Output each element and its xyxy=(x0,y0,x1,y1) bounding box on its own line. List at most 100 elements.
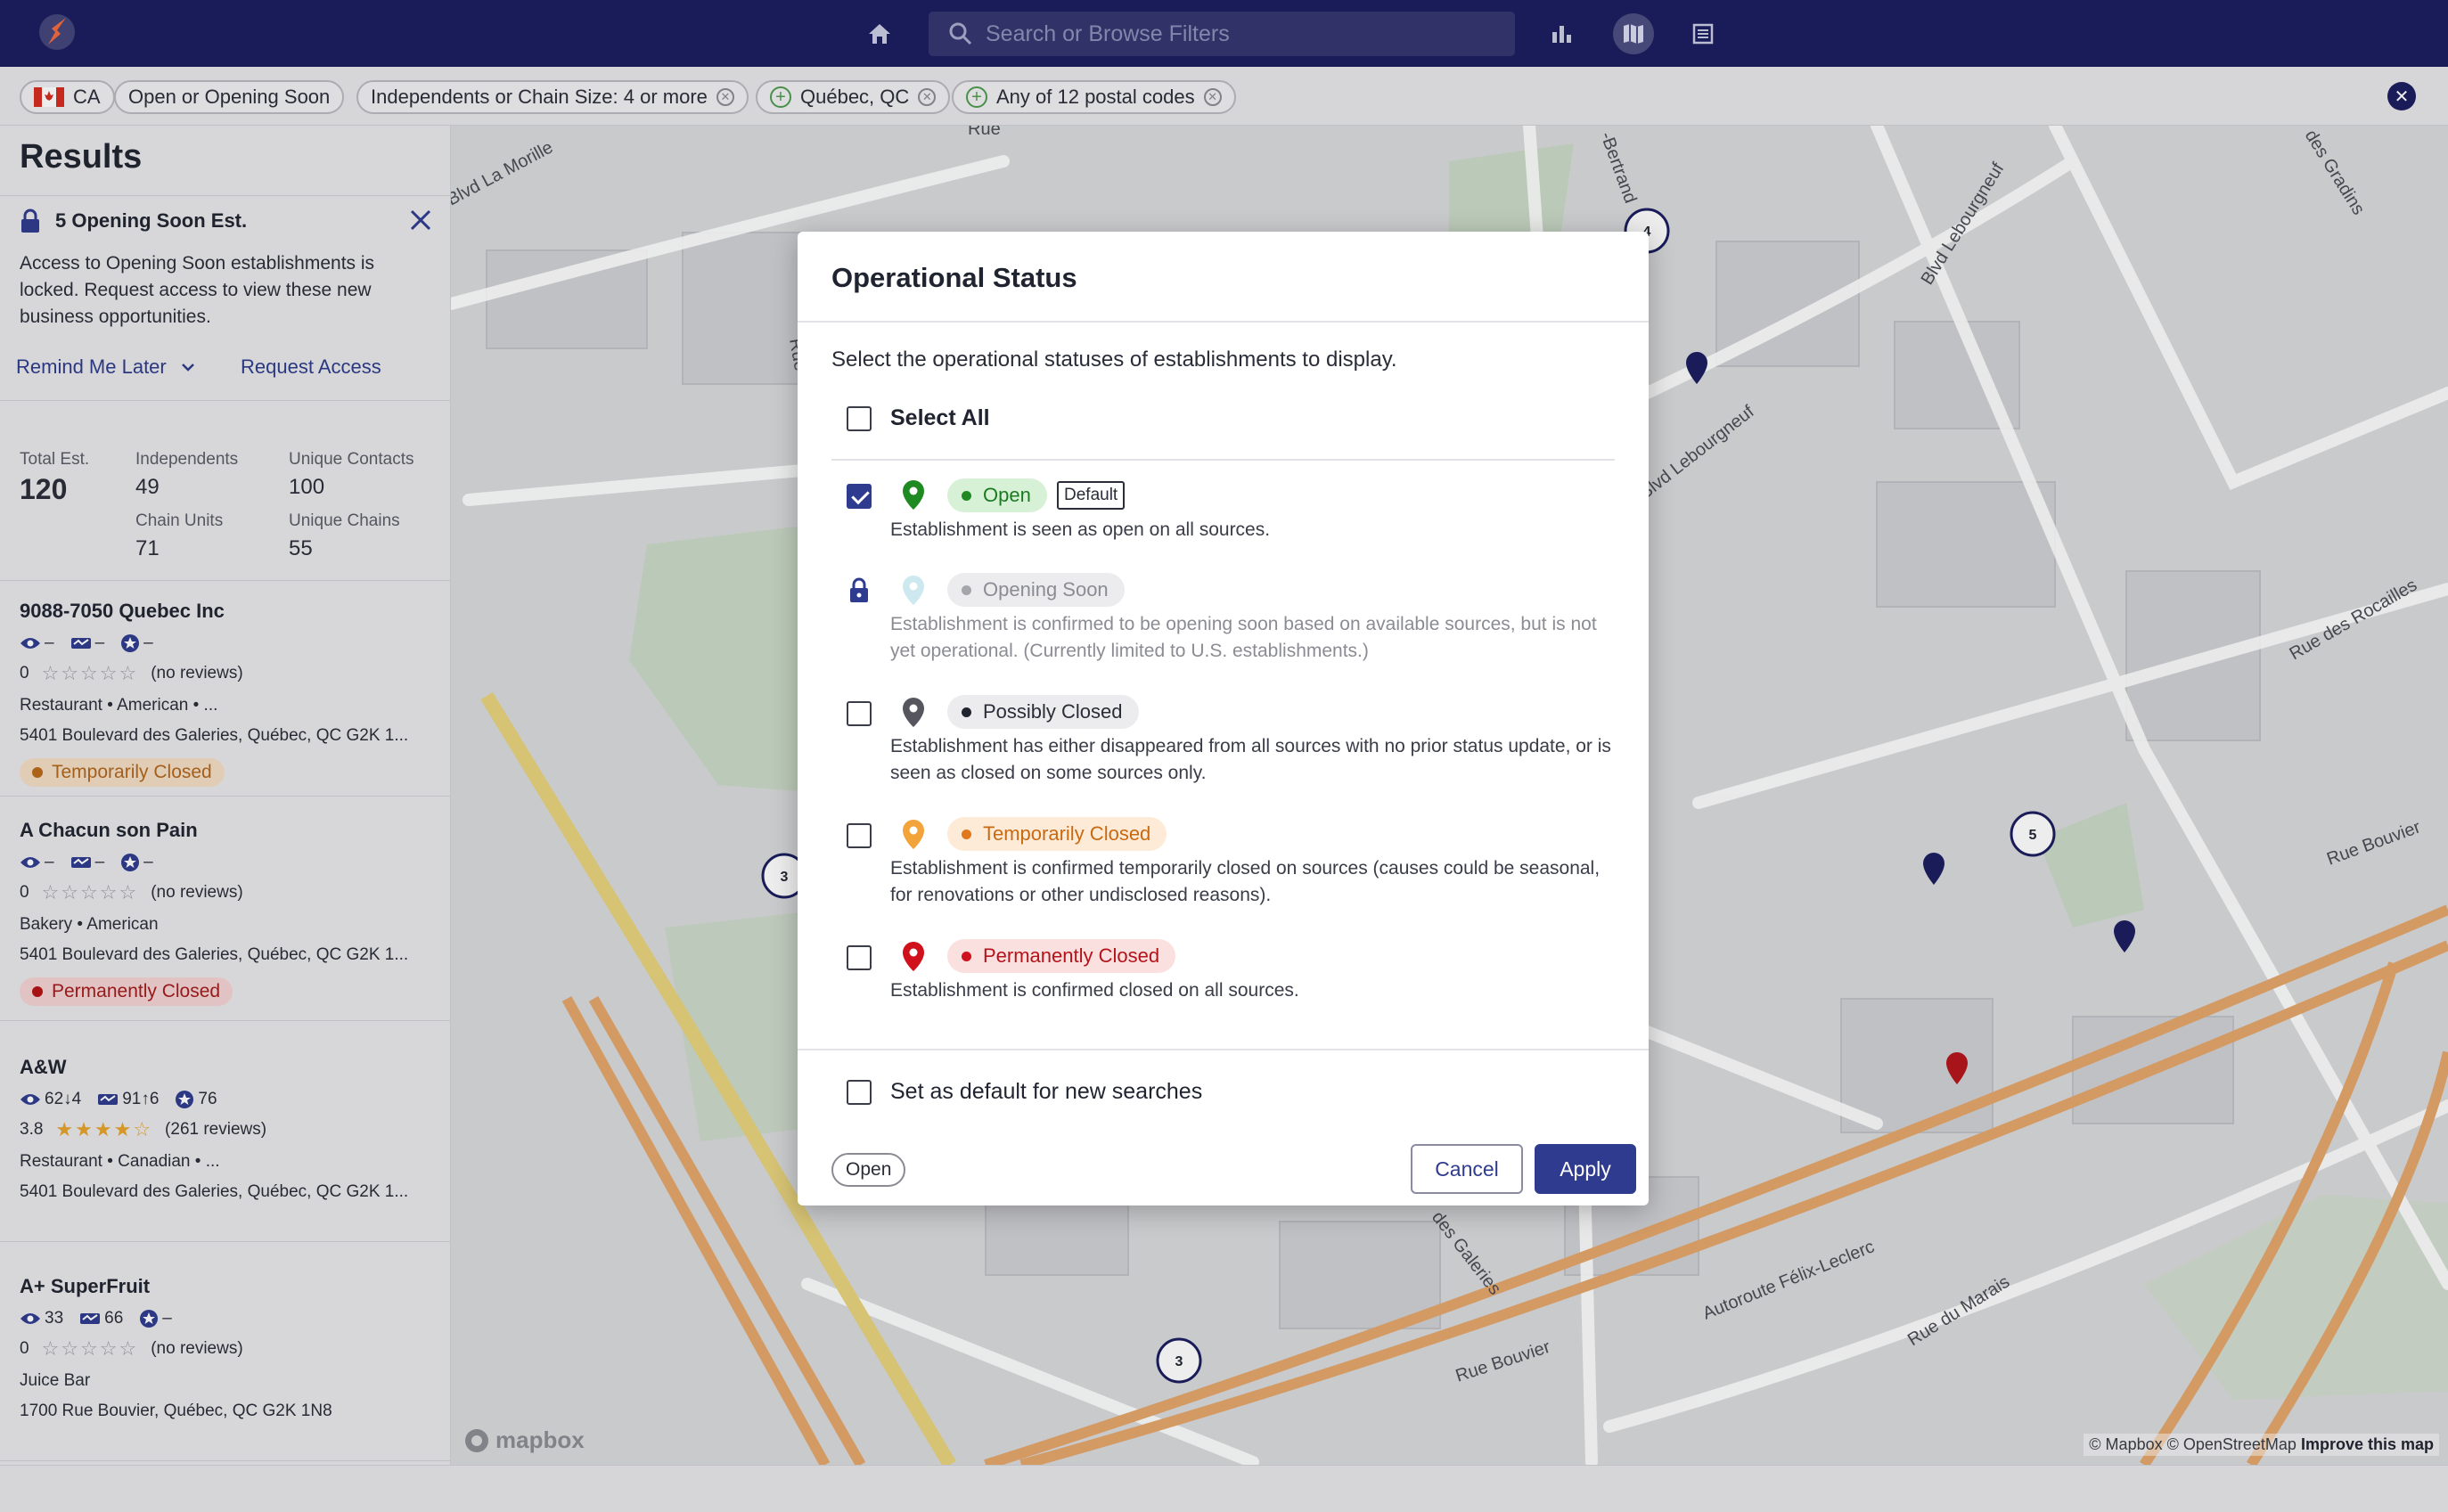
score-value: – xyxy=(143,633,153,652)
open-description: Establishment is seen as open on all sou… xyxy=(890,519,1271,540)
opening-soon-description: Establishment is confirmed to be opening… xyxy=(890,614,1597,661)
rating-value: 0 xyxy=(20,1339,29,1358)
mapbox-logo-icon xyxy=(465,1428,488,1452)
star-rating: ★★★★☆ xyxy=(55,1118,153,1140)
dialog-description: Select the operational statuses of estab… xyxy=(831,347,1397,372)
status-badge: Permanently Closed xyxy=(20,977,233,1006)
filter-chip-chain-size[interactable]: Independents or Chain Size: 4 or more ✕ xyxy=(356,80,749,114)
result-name: A&W xyxy=(20,1056,67,1078)
result-name: A+ SuperFruit xyxy=(20,1275,151,1297)
filter-chip-postal-codes[interactable]: + Any of 12 postal codes ✕ xyxy=(952,80,1236,114)
cluster-marker[interactable]: 5 xyxy=(2010,811,2056,857)
improve-map-link[interactable]: Improve this map xyxy=(2301,1435,2434,1453)
review-count: (no reviews) xyxy=(151,664,243,682)
filter-chip-label: Independents or Chain Size: 4 or more xyxy=(371,86,708,108)
rating-value: 0 xyxy=(20,883,29,902)
divider xyxy=(0,580,450,581)
set-default-checkbox[interactable] xyxy=(847,1080,872,1105)
star-rating: ☆☆☆☆☆ xyxy=(41,1337,139,1360)
results-panel: Results 5 Opening Soon Est. Access to Op… xyxy=(0,126,451,1465)
status-badge-label: Permanently Closed xyxy=(52,981,221,1001)
result-item[interactable]: A&W 62↓4 91↑6 76 3.8 ★★★★☆ (261 reviews)… xyxy=(20,1056,438,1202)
permanently-closed-badge: Permanently Closed xyxy=(947,939,1176,973)
review-count: (no reviews) xyxy=(151,1339,243,1358)
result-category: Juice Bar xyxy=(20,1371,91,1390)
search-icon xyxy=(949,22,972,45)
set-default-label: Set as default for new searches xyxy=(890,1079,1203,1104)
filter-chip-label: Open or Opening Soon xyxy=(128,86,331,108)
search-input[interactable] xyxy=(986,20,1485,47)
star-rating: ☆☆☆☆☆ xyxy=(41,881,139,903)
star-rating: ☆☆☆☆☆ xyxy=(41,662,139,684)
eye-icon xyxy=(20,857,40,868)
open-checkbox[interactable] xyxy=(847,484,872,509)
rating-value: 0 xyxy=(20,664,29,682)
svg-text:3: 3 xyxy=(781,870,789,885)
street-label: Autoroute Félix-Leclerc xyxy=(1700,1237,1878,1323)
possibly-closed-checkbox[interactable] xyxy=(847,701,872,726)
map-pin[interactable] xyxy=(1923,853,1944,885)
temporarily-closed-description: Establishment is confirmed temporarily c… xyxy=(890,858,1601,905)
street-label: des Gradins xyxy=(2301,127,2369,218)
rating-value: 3.8 xyxy=(20,1120,44,1139)
map-attribution[interactable]: © Mapbox © OpenStreetMap Improve this ma… xyxy=(2084,1434,2439,1456)
country-chip[interactable]: CA xyxy=(20,80,115,114)
chevron-down-icon xyxy=(181,364,194,372)
total-label: Total Est. xyxy=(20,450,90,469)
street-label: Rue du Marais xyxy=(1904,1272,2013,1351)
permanently-closed-badge-label: Permanently Closed xyxy=(983,944,1160,967)
open-badge: Open xyxy=(947,478,1047,512)
possibly-closed-pin-icon xyxy=(903,698,924,727)
remind-me-later-button[interactable]: Remind Me Later xyxy=(16,356,195,379)
divider xyxy=(0,796,450,797)
result-item[interactable]: A+ SuperFruit 33 66 – 0 ☆☆☆☆☆ (no review… xyxy=(20,1275,438,1421)
result-item[interactable]: 9088-7050 Quebec Inc – – – 0 ☆☆☆☆☆ (no r… xyxy=(20,600,438,787)
map-pin[interactable] xyxy=(2114,920,2135,952)
temporarily-closed-checkbox[interactable] xyxy=(847,823,872,848)
permanently-closed-checkbox[interactable] xyxy=(847,945,872,970)
opening-soon-badge-label: Opening Soon xyxy=(983,578,1109,601)
result-item[interactable]: A Chacun son Pain – – – 0 ☆☆☆☆☆ (no revi… xyxy=(20,819,438,1006)
request-access-button[interactable]: Request Access xyxy=(241,356,381,379)
svg-text:3: 3 xyxy=(1175,1354,1183,1369)
remove-filter-icon[interactable]: ✕ xyxy=(716,88,734,106)
cancel-button[interactable]: Cancel xyxy=(1411,1144,1523,1194)
score-value: – xyxy=(162,1309,172,1328)
cluster-marker[interactable]: 3 xyxy=(1156,1337,1202,1384)
remove-filter-icon[interactable]: ✕ xyxy=(1203,88,1222,106)
unique-contacts-value: 100 xyxy=(289,475,325,499)
list-view-icon[interactable] xyxy=(1682,13,1723,54)
score-value: 76 xyxy=(198,1090,217,1108)
score-icon xyxy=(140,1310,159,1328)
opening-soon-notice: 5 Opening Soon Est. Access to Opening So… xyxy=(20,208,438,331)
temporarily-closed-badge: Temporarily Closed xyxy=(947,817,1167,851)
divider xyxy=(798,1049,1649,1050)
clear-filters-icon[interactable]: ✕ xyxy=(2387,82,2416,110)
apply-button[interactable]: Apply xyxy=(1535,1144,1636,1194)
views-value: – xyxy=(45,633,54,652)
result-category: Restaurant • Canadian • ... xyxy=(20,1152,220,1171)
status-badge: Temporarily Closed xyxy=(20,758,225,787)
app-logo-icon[interactable] xyxy=(36,11,78,53)
search-bar[interactable] xyxy=(929,12,1515,56)
street-label: -Bertrand xyxy=(1596,129,1640,206)
traffic-value: 66 xyxy=(104,1309,124,1328)
permanently-closed-pin-icon xyxy=(903,942,924,971)
filter-chip-label: Any of 12 postal codes xyxy=(996,86,1195,108)
remove-filter-icon[interactable]: ✕ xyxy=(918,88,937,106)
temporarily-closed-badge-label: Temporarily Closed xyxy=(983,822,1151,845)
possibly-closed-badge-label: Possibly Closed xyxy=(983,700,1123,723)
traffic-icon xyxy=(80,1313,101,1324)
map-view-icon[interactable] xyxy=(1613,13,1654,54)
independents-label: Independents xyxy=(135,450,239,469)
opening-soon-badge: Opening Soon xyxy=(947,573,1125,607)
analytics-icon[interactable] xyxy=(1542,13,1583,54)
divider xyxy=(798,321,1649,323)
filter-chip-status[interactable]: Open or Opening Soon xyxy=(114,80,345,114)
lock-icon xyxy=(850,577,868,602)
filter-chip-location[interactable]: + Québec, QC ✕ xyxy=(756,80,951,114)
home-icon[interactable] xyxy=(859,13,900,54)
select-all-checkbox[interactable] xyxy=(847,406,872,431)
close-notice-icon[interactable] xyxy=(408,208,433,237)
street-label: Blvd Lebourgneuf xyxy=(1918,159,2009,289)
